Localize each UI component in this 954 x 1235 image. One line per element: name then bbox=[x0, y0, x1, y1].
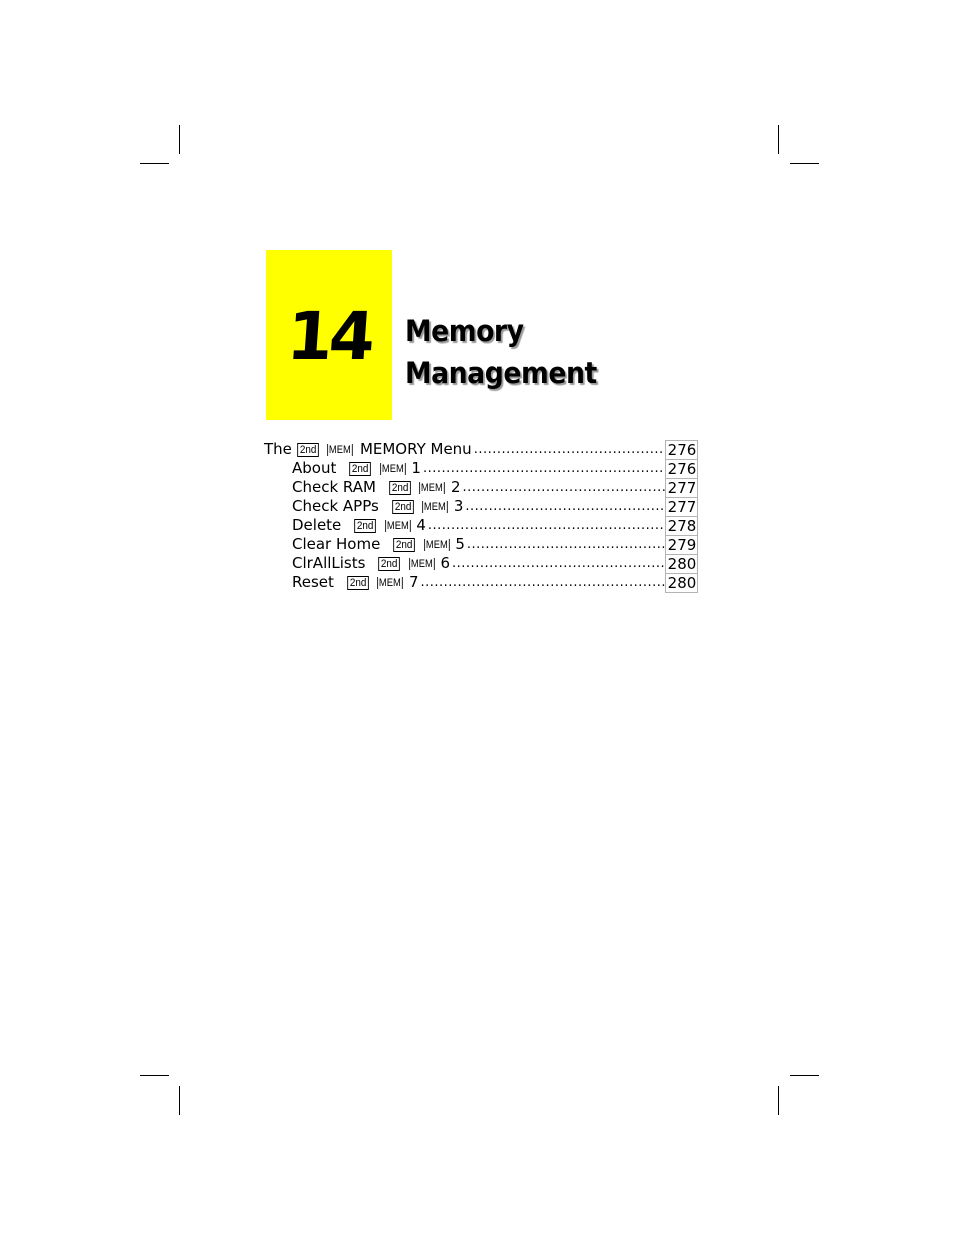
toc-entry-label: Delete bbox=[292, 516, 342, 534]
toc-entry-label: MEMORY Menu bbox=[359, 440, 472, 458]
key-2nd-icon: 2nd bbox=[354, 518, 377, 533]
table-of-contents: The 2nd MEM MEMORY Menu ................… bbox=[264, 440, 698, 593]
key-sequence: 2nd MEM 6 bbox=[377, 554, 450, 573]
toc-entry-label: Check APPs bbox=[292, 497, 379, 515]
dot-leader: ........................................… bbox=[452, 556, 665, 571]
chapter-title: Memory Management bbox=[405, 310, 597, 394]
key-mem-icon: MEM bbox=[384, 519, 411, 532]
key-mem-icon: MEM bbox=[379, 462, 406, 475]
key-2nd-icon: 2nd bbox=[389, 480, 412, 495]
key-mem-icon: MEM bbox=[377, 576, 403, 589]
key-sequence: 2nd MEM 5 bbox=[392, 535, 465, 554]
menu-item-number: 6 bbox=[440, 554, 451, 572]
menu-item-number: 2 bbox=[450, 478, 461, 496]
crop-mark-bottom-right-horizontal bbox=[790, 1075, 819, 1076]
dot-leader: ........................................… bbox=[422, 461, 665, 476]
crop-mark-top-left-vertical bbox=[179, 125, 180, 154]
key-mem-icon: MEM bbox=[327, 443, 353, 456]
page-number-link[interactable]: 280 bbox=[665, 554, 698, 573]
dot-leader: ........................................… bbox=[473, 442, 665, 457]
key-sequence: 2nd MEM 4 bbox=[353, 516, 426, 535]
key-sequence: 2nd MEM 2 bbox=[388, 478, 461, 497]
page-number-link[interactable]: 280 bbox=[665, 572, 698, 593]
dot-leader: ........................................… bbox=[465, 499, 665, 514]
key-sequence: 2nd MEM 7 bbox=[346, 573, 419, 592]
toc-entry[interactable]: About 2nd MEM 1 ........................… bbox=[264, 459, 698, 478]
menu-item-number: 7 bbox=[408, 573, 419, 591]
toc-entry-label: Check RAM bbox=[292, 478, 376, 496]
toc-entry[interactable]: Clear Home 2nd MEM 5 ...................… bbox=[264, 535, 698, 554]
crop-mark-top-left-horizontal bbox=[140, 163, 169, 164]
crop-mark-top-right-horizontal bbox=[790, 163, 819, 164]
key-mem-icon: MEM bbox=[423, 538, 450, 551]
page-number-link[interactable]: 277 bbox=[665, 497, 698, 516]
toc-entry-label: About bbox=[292, 459, 337, 477]
toc-entry-prefix: The bbox=[264, 440, 292, 458]
key-2nd-icon: 2nd bbox=[347, 575, 370, 590]
crop-mark-bottom-right-vertical bbox=[778, 1086, 779, 1115]
key-2nd-icon: 2nd bbox=[378, 556, 401, 571]
key-mem-icon: MEM bbox=[419, 481, 445, 494]
key-mem-icon: MEM bbox=[409, 557, 435, 570]
menu-item-number: 1 bbox=[411, 459, 421, 477]
toc-entry[interactable]: Check RAM 2nd MEM 2 ....................… bbox=[264, 478, 698, 497]
toc-entry[interactable]: Delete 2nd MEM 4 .......................… bbox=[264, 516, 698, 535]
toc-entry-label: ClrAllLists bbox=[292, 554, 366, 572]
toc-entry-label: Reset bbox=[292, 573, 334, 591]
dot-leader: ........................................… bbox=[462, 480, 665, 495]
chapter-number: 14 bbox=[284, 298, 374, 375]
page-number-link[interactable]: 276 bbox=[665, 459, 698, 478]
toc-entry-label: Clear Home bbox=[292, 535, 381, 553]
chapter-title-line-1: Memory bbox=[405, 314, 524, 348]
crop-mark-bottom-left-vertical bbox=[179, 1086, 180, 1115]
page-number-link[interactable]: 276 bbox=[665, 440, 698, 459]
key-2nd-icon: 2nd bbox=[393, 537, 416, 552]
key-sequence: 2nd MEM bbox=[296, 442, 355, 457]
toc-entry[interactable]: ClrAllLists 2nd MEM 6 ..................… bbox=[264, 554, 698, 573]
menu-item-number: 3 bbox=[453, 497, 464, 515]
dot-leader: ........................................… bbox=[420, 575, 665, 590]
toc-entry[interactable]: Check APPs 2nd MEM 3 ...................… bbox=[264, 497, 698, 516]
toc-entry[interactable]: Reset 2nd MEM 7 ........................… bbox=[264, 572, 698, 593]
key-sequence: 2nd MEM 1 bbox=[348, 459, 421, 478]
menu-item-number: 4 bbox=[416, 516, 426, 534]
chapter-title-line-2: Management bbox=[405, 356, 597, 390]
key-sequence: 2nd MEM 3 bbox=[391, 497, 464, 516]
key-2nd-icon: 2nd bbox=[392, 499, 414, 514]
page-number-link[interactable]: 279 bbox=[665, 535, 698, 554]
page-number-link[interactable]: 277 bbox=[665, 478, 698, 497]
toc-entry-memory-menu[interactable]: The 2nd MEM MEMORY Menu ................… bbox=[264, 440, 698, 459]
menu-item-number: 5 bbox=[455, 535, 465, 553]
dot-leader: ........................................… bbox=[427, 518, 665, 533]
crop-mark-bottom-left-horizontal bbox=[140, 1075, 169, 1076]
key-mem-icon: MEM bbox=[422, 500, 448, 513]
key-2nd-icon: 2nd bbox=[349, 461, 372, 476]
dot-leader: ........................................… bbox=[466, 537, 665, 552]
crop-mark-top-right-vertical bbox=[778, 125, 779, 154]
page-number-link[interactable]: 278 bbox=[665, 516, 698, 535]
key-2nd-icon: 2nd bbox=[297, 442, 320, 457]
chapter-number-box: 14 bbox=[266, 250, 392, 420]
